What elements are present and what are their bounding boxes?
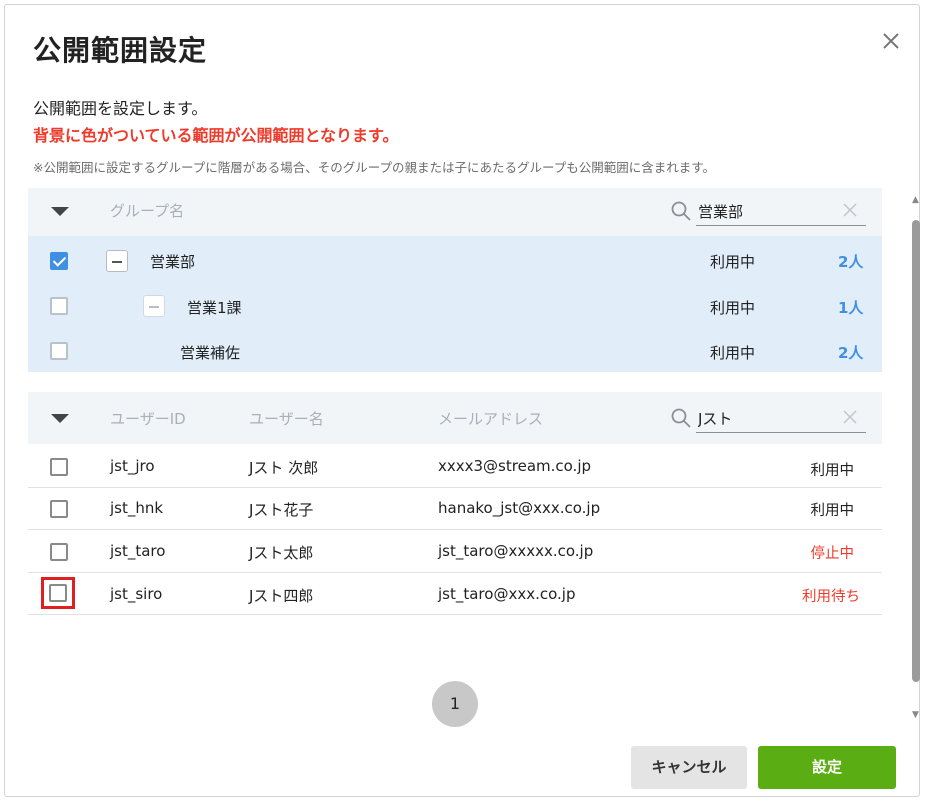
user-name-column-header[interactable]: ユーザー名 — [249, 408, 324, 429]
user-email: jst_taro@xxxxx.co.jp — [438, 542, 594, 560]
group-name: 営業補佐 — [180, 344, 241, 362]
collapse-toggle-icon[interactable] — [106, 250, 128, 272]
group-row-checkbox[interactable] — [50, 252, 68, 270]
user-email: xxxx3@stream.co.jp — [438, 457, 592, 475]
group-member-count-link[interactable]: 2人 — [838, 251, 863, 272]
group-row-checkbox[interactable] — [50, 342, 68, 360]
cancel-button[interactable]: キャンセル — [631, 746, 747, 789]
dialog-note: ※公開範囲に設定するグループに階層がある場合、そのグループの親または子にあたるグ… — [33, 160, 715, 175]
row-divider — [28, 487, 882, 488]
row-divider — [28, 529, 882, 530]
close-icon[interactable] — [877, 27, 905, 55]
user-status: 停止中 — [810, 546, 855, 562]
clear-search-icon[interactable] — [842, 409, 858, 425]
user-status: 利用待ち — [802, 589, 860, 605]
search-icon — [671, 408, 691, 428]
user-id: jst_taro — [110, 542, 166, 560]
clear-search-icon[interactable] — [842, 202, 858, 218]
group-name: 営業1課 — [187, 299, 242, 317]
row-divider — [28, 572, 882, 573]
user-status: 利用中 — [810, 463, 855, 479]
group-member-count-link[interactable]: 1人 — [838, 297, 863, 318]
user-id: jst_siro — [110, 585, 163, 603]
group-name-column-header: グループ名 — [110, 202, 185, 220]
dialog-title: 公開範囲設定 — [33, 34, 208, 67]
user-id-column-header[interactable]: ユーザーID — [110, 408, 186, 429]
dialog-warning: 背景に色がついている範囲が公開範囲となります。 — [33, 126, 399, 145]
user-email: hanako_jst@xxx.co.jp — [438, 499, 601, 517]
user-search-input[interactable] — [696, 404, 866, 433]
group-search-input[interactable] — [696, 197, 866, 226]
user-name: Jスト花子 — [249, 501, 314, 519]
user-id: jst_hnk — [110, 499, 164, 517]
user-row-checkbox[interactable] — [50, 458, 68, 476]
group-status: 利用中 — [710, 253, 756, 271]
highlight-box — [41, 577, 75, 609]
group-status: 利用中 — [710, 344, 756, 362]
row-divider — [28, 614, 882, 615]
confirm-button[interactable]: 設定 — [758, 746, 896, 789]
collapse-toggle-icon[interactable] — [143, 295, 165, 317]
user-status: 利用中 — [810, 503, 855, 519]
group-member-count-link[interactable]: 2人 — [838, 342, 863, 363]
user-name: Jスト 次郎 — [249, 459, 319, 477]
group-status: 利用中 — [710, 299, 756, 317]
page-button-current[interactable]: 1 — [432, 681, 478, 727]
user-collapse-caret-icon[interactable] — [51, 414, 69, 423]
group-name: 営業部 — [150, 253, 196, 271]
user-row-checkbox[interactable] — [50, 543, 68, 561]
user-name: Jスト四郎 — [249, 587, 314, 605]
user-name: Jスト太郎 — [249, 544, 314, 562]
scrollbar-thumb[interactable] — [912, 220, 920, 682]
scroll-up-arrow-icon[interactable]: ▲ — [912, 195, 919, 205]
user-email: jst_taro@xxx.co.jp — [438, 585, 576, 603]
user-id: jst_jro — [110, 457, 155, 475]
group-collapse-caret-icon[interactable] — [51, 207, 69, 216]
user-row-checkbox[interactable] — [50, 500, 68, 518]
group-row-checkbox[interactable] — [50, 297, 68, 315]
dialog-description: 公開範囲を設定します。 — [33, 99, 208, 118]
email-column-header[interactable]: メールアドレス — [438, 408, 543, 429]
scroll-down-arrow-icon[interactable]: ▼ — [912, 710, 919, 720]
search-icon — [671, 201, 691, 221]
